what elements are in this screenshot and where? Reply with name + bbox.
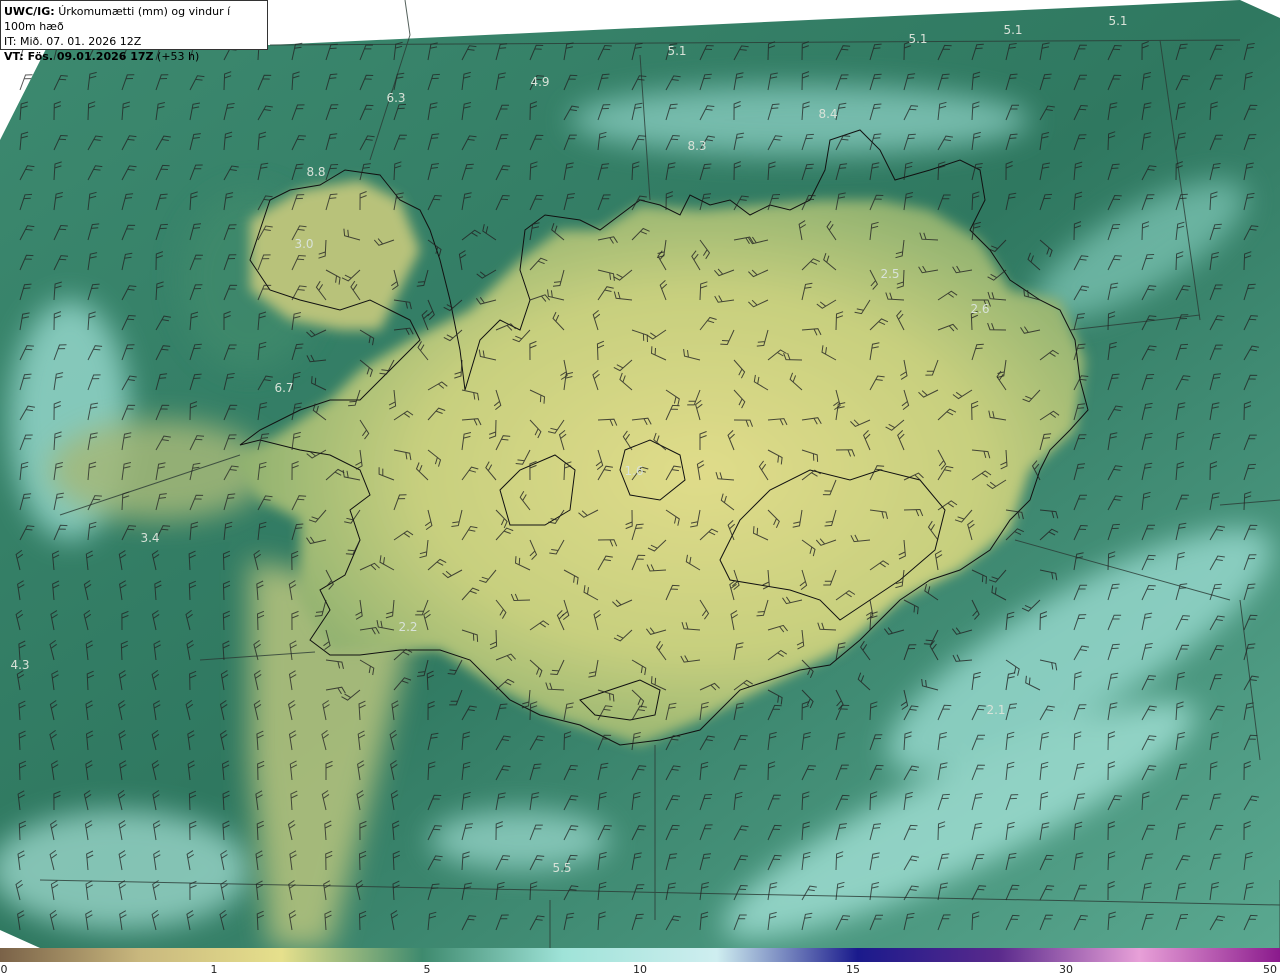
map-value-label: 5.1 xyxy=(1003,23,1022,37)
colorbar-tick: 15 xyxy=(846,963,860,976)
model-name: UWC/IG: xyxy=(4,5,55,18)
colorbar-tick: 0 xyxy=(0,963,8,976)
colorbar-tick: 5 xyxy=(423,963,431,976)
colorbar-tick: 50 xyxy=(1263,963,1277,976)
map-value-label: 6.3 xyxy=(386,91,405,105)
map-value-label: 5.1 xyxy=(1108,14,1127,28)
precipitation-map: 5.1 4.9 5.1 5.1 5.1 6.3 8.4 8.3 8.8 3.0 2.5 2.6 6.7 3… xyxy=(0,0,1280,948)
colorbar-tick: 30 xyxy=(1059,963,1073,976)
map-value-label: 6.7 xyxy=(274,381,293,395)
map-value-label: 2.6 xyxy=(970,302,989,316)
colorbar: 0 1 5 10 15 30 50 xyxy=(0,948,1280,978)
colorbar-strip xyxy=(0,948,1280,962)
map-value-label: 2.5 xyxy=(880,267,899,281)
map-info-box: UWC/IG: Úrkomumætti (mm) og vindur í 100… xyxy=(0,0,268,63)
map-value-label: 5.5 xyxy=(552,861,571,875)
map-value-label: 5.1 xyxy=(667,44,686,58)
map-value-label: 2.2 xyxy=(398,620,417,634)
map-value-label: 3.0 xyxy=(294,237,313,251)
colorbar-tick: 10 xyxy=(633,963,647,976)
map-value-label: 8.8 xyxy=(306,165,325,179)
map-value-label: 8.3 xyxy=(687,139,706,153)
map-value-label: 5.1 xyxy=(908,32,927,46)
valid-time: VT: Fös. 09.01.2026 17Z xyxy=(4,50,154,63)
lead-time: (+53 h) xyxy=(157,50,200,63)
colorbar-tick: 1 xyxy=(210,963,218,976)
map-value-label: 3.4 xyxy=(140,531,159,545)
map-value-label: 4.9 xyxy=(530,75,549,89)
map-value-label: 1.6 xyxy=(624,464,643,478)
map-value-label: 8.4 xyxy=(818,107,837,121)
init-time: IT: Mið. 07. 01. 2026 12Z xyxy=(4,35,142,48)
map-value-label: 4.3 xyxy=(10,658,29,672)
map-value-label: 2.1 xyxy=(986,703,1005,717)
